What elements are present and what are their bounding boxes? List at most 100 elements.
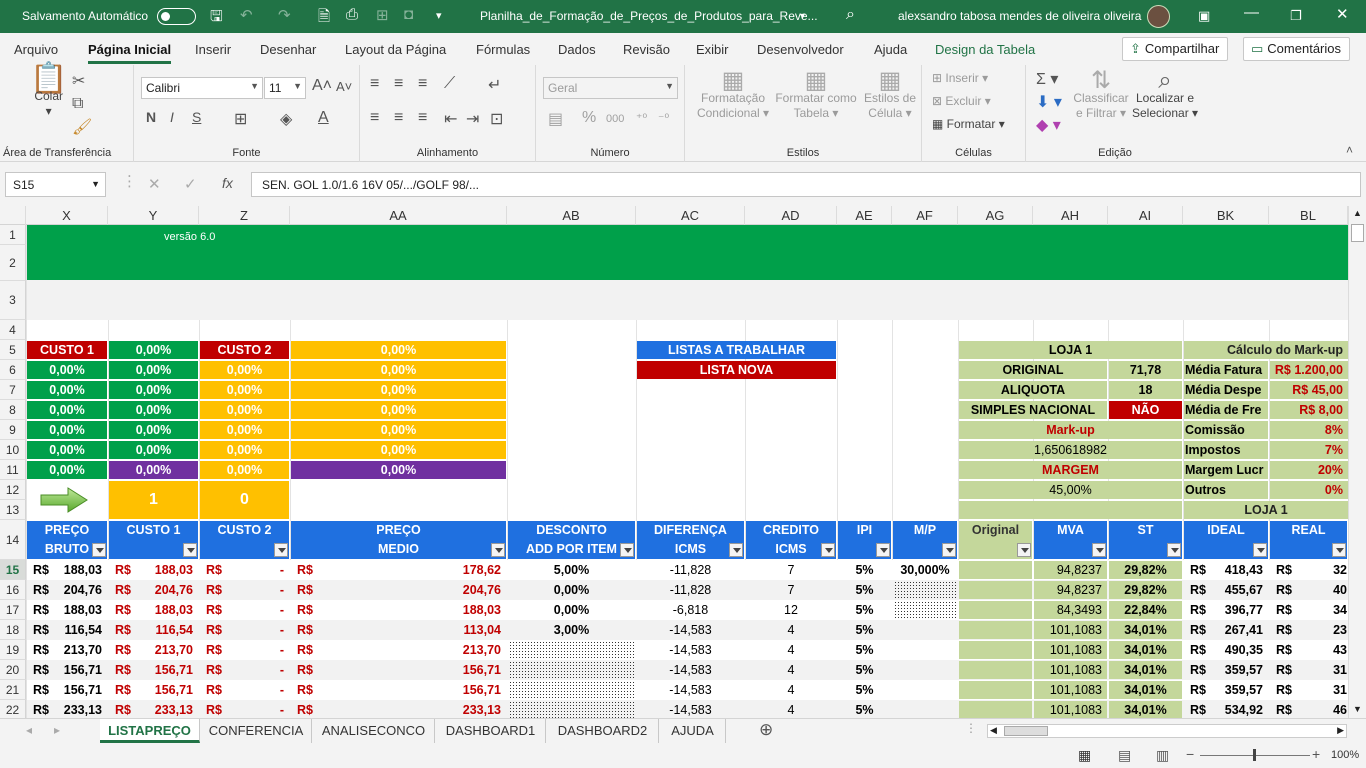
currency-value[interactable]: - bbox=[200, 621, 289, 639]
dotted-cell[interactable] bbox=[509, 641, 634, 659]
row-header[interactable]: 12 bbox=[0, 480, 26, 500]
st-cell[interactable]: 22,84% bbox=[1109, 601, 1182, 619]
discount-cell[interactable]: 0,00% bbox=[508, 581, 635, 599]
row-header[interactable]: 13 bbox=[0, 500, 26, 520]
currency-value[interactable]: 267,41 bbox=[1184, 621, 1268, 639]
align-top-icon[interactable]: ≡ bbox=[370, 75, 379, 93]
icms-credit-cell[interactable]: 4 bbox=[746, 621, 836, 639]
pct-cell[interactable]: 0,00% bbox=[291, 341, 506, 359]
row-header[interactable]: 9 bbox=[0, 420, 26, 440]
original-cell[interactable] bbox=[959, 621, 1032, 639]
row-header[interactable]: 2 bbox=[0, 245, 26, 281]
pct-cell[interactable]: 0,00% bbox=[291, 461, 506, 479]
tab-inserir[interactable]: Inserir bbox=[195, 42, 231, 57]
pct-cell[interactable]: 0,00% bbox=[200, 441, 289, 459]
column-header[interactable]: AB bbox=[507, 206, 636, 225]
find-select-button[interactable]: ⌕ Localizar e Selecionar ▾ bbox=[1132, 69, 1198, 121]
row-header[interactable]: 18 bbox=[0, 620, 26, 640]
column-header[interactable]: BL bbox=[1269, 206, 1348, 225]
merge-center-icon[interactable]: ⊡ bbox=[490, 109, 503, 129]
increase-indent-icon[interactable]: ⇥ bbox=[466, 109, 479, 129]
mva-cell[interactable]: 101,1083 bbox=[1034, 661, 1107, 679]
row-header[interactable]: 15 bbox=[0, 560, 26, 580]
filter-dropdown-icon[interactable] bbox=[942, 543, 956, 557]
add-sheet-icon[interactable]: ⊕ bbox=[759, 720, 773, 740]
icms-credit-cell[interactable]: 7 bbox=[746, 581, 836, 599]
copy-icon[interactable]: ⧉ bbox=[72, 95, 83, 113]
hscroll-thumb[interactable] bbox=[1004, 726, 1048, 736]
markup-value[interactable]: 1,650618982 bbox=[959, 441, 1182, 459]
column-header[interactable]: Z bbox=[199, 206, 290, 225]
icms-credit-cell[interactable]: 4 bbox=[746, 681, 836, 699]
tab-arquivo[interactable]: Arquivo bbox=[14, 42, 58, 57]
pct-cell[interactable]: 0,00% bbox=[27, 441, 107, 459]
st-cell[interactable]: 34,01% bbox=[1109, 641, 1182, 659]
ipi-cell[interactable]: 5% bbox=[838, 621, 891, 639]
italic-button[interactable]: I bbox=[170, 109, 174, 125]
currency-value[interactable]: 396,77 bbox=[1184, 601, 1268, 619]
pct-cell[interactable]: 0,00% bbox=[291, 401, 506, 419]
column-header[interactable]: AG bbox=[958, 206, 1033, 225]
icms-credit-cell[interactable]: 4 bbox=[746, 661, 836, 679]
icms-diff-cell[interactable]: -11,828 bbox=[637, 581, 744, 599]
print-preview-icon[interactable]: ⎙ bbox=[346, 6, 358, 23]
currency-value[interactable]: 40 bbox=[1270, 581, 1347, 599]
font-name-combo[interactable]: Calibri ▼ bbox=[141, 77, 263, 99]
st-cell[interactable]: 34,01% bbox=[1109, 701, 1182, 718]
st-cell[interactable]: 34,01% bbox=[1109, 681, 1182, 699]
filter-dropdown-icon[interactable] bbox=[1017, 543, 1031, 557]
filter-dropdown-icon[interactable] bbox=[729, 543, 743, 557]
ipi-cell[interactable]: 5% bbox=[838, 561, 891, 579]
filter-dropdown-icon[interactable] bbox=[1253, 543, 1267, 557]
pct-cell[interactable]: 0,00% bbox=[291, 361, 506, 379]
currency-icon[interactable]: ▤ bbox=[548, 109, 563, 129]
conditional-formatting-button[interactable]: ▦ Formatação Condicional ▾ bbox=[695, 69, 771, 121]
counter-cell[interactable]: 1 bbox=[109, 481, 198, 519]
aliquota-value[interactable]: 18 bbox=[1109, 381, 1182, 399]
currency-value[interactable]: - bbox=[200, 681, 289, 699]
collapse-ribbon-icon[interactable]: ˄ bbox=[1346, 143, 1353, 157]
pct-cell[interactable]: 0,00% bbox=[27, 361, 107, 379]
dotted-cell[interactable] bbox=[509, 701, 634, 718]
tab-revisao[interactable]: Revisão bbox=[623, 42, 670, 57]
row-header[interactable]: 11 bbox=[0, 460, 26, 480]
tab-ajuda[interactable]: Ajuda bbox=[874, 42, 907, 57]
icms-diff-cell[interactable]: -14,583 bbox=[637, 641, 744, 659]
custo2-label[interactable]: CUSTO 2 bbox=[200, 341, 289, 359]
row-header[interactable]: 21 bbox=[0, 680, 26, 700]
pct-cell[interactable]: 0,00% bbox=[27, 381, 107, 399]
pct-cell[interactable]: 0,00% bbox=[109, 401, 198, 419]
pct-cell[interactable]: 0,00% bbox=[291, 441, 506, 459]
customize-toolbar-icon[interactable]: ▾ bbox=[436, 9, 442, 22]
page-break-icon[interactable]: ▥ bbox=[1156, 747, 1169, 764]
column-header[interactable]: BK bbox=[1183, 206, 1269, 225]
sheet-tab-dashboard1[interactable]: DASHBOARD1 bbox=[436, 719, 546, 743]
markup-calc-value[interactable]: R$ 8,00 bbox=[1270, 401, 1348, 419]
currency-value[interactable]: - bbox=[200, 581, 289, 599]
tab-desenvolvedor[interactable]: Desenvolvedor bbox=[757, 42, 844, 57]
markup-calc-value[interactable]: 0% bbox=[1270, 481, 1348, 499]
currency-value[interactable]: 188,03 bbox=[109, 601, 198, 619]
align-right-icon[interactable]: ≡ bbox=[418, 109, 427, 127]
row-header[interactable]: 3 bbox=[0, 281, 26, 320]
align-middle-icon[interactable]: ≡ bbox=[394, 75, 403, 93]
dotted-cell[interactable] bbox=[509, 681, 634, 699]
tab-desenhar[interactable]: Desenhar bbox=[260, 42, 316, 57]
horizontal-scrollbar[interactable]: ◀ ▶ bbox=[987, 724, 1347, 738]
pct-cell[interactable]: 0,00% bbox=[27, 401, 107, 419]
search-icon[interactable]: ⌕ bbox=[846, 6, 855, 24]
format-as-table-button[interactable]: ▦ Formatar como Tabela ▾ bbox=[773, 69, 859, 121]
markup-calc-value[interactable]: R$ 45,00 bbox=[1270, 381, 1348, 399]
font-shrink-icon[interactable]: A˅ bbox=[336, 79, 352, 94]
scroll-left-icon[interactable]: ◀ bbox=[990, 725, 997, 736]
margem-value[interactable]: 45,00% bbox=[959, 481, 1182, 499]
restore-icon[interactable]: ❐ bbox=[1290, 8, 1302, 24]
currency-value[interactable]: 204,76 bbox=[27, 581, 107, 599]
paste-button[interactable]: 📋 Colar ▾ bbox=[30, 64, 67, 119]
delete-cells-button[interactable]: ⊠ Excluir ▾ bbox=[932, 94, 991, 109]
scroll-down-icon[interactable]: ▼ bbox=[1353, 704, 1362, 714]
column-header[interactable]: AH bbox=[1033, 206, 1108, 225]
icms-diff-cell[interactable]: -6,818 bbox=[637, 601, 744, 619]
lista-nova-button[interactable]: LISTA NOVA bbox=[637, 361, 836, 379]
function-icon[interactable]: fx bbox=[222, 175, 233, 191]
